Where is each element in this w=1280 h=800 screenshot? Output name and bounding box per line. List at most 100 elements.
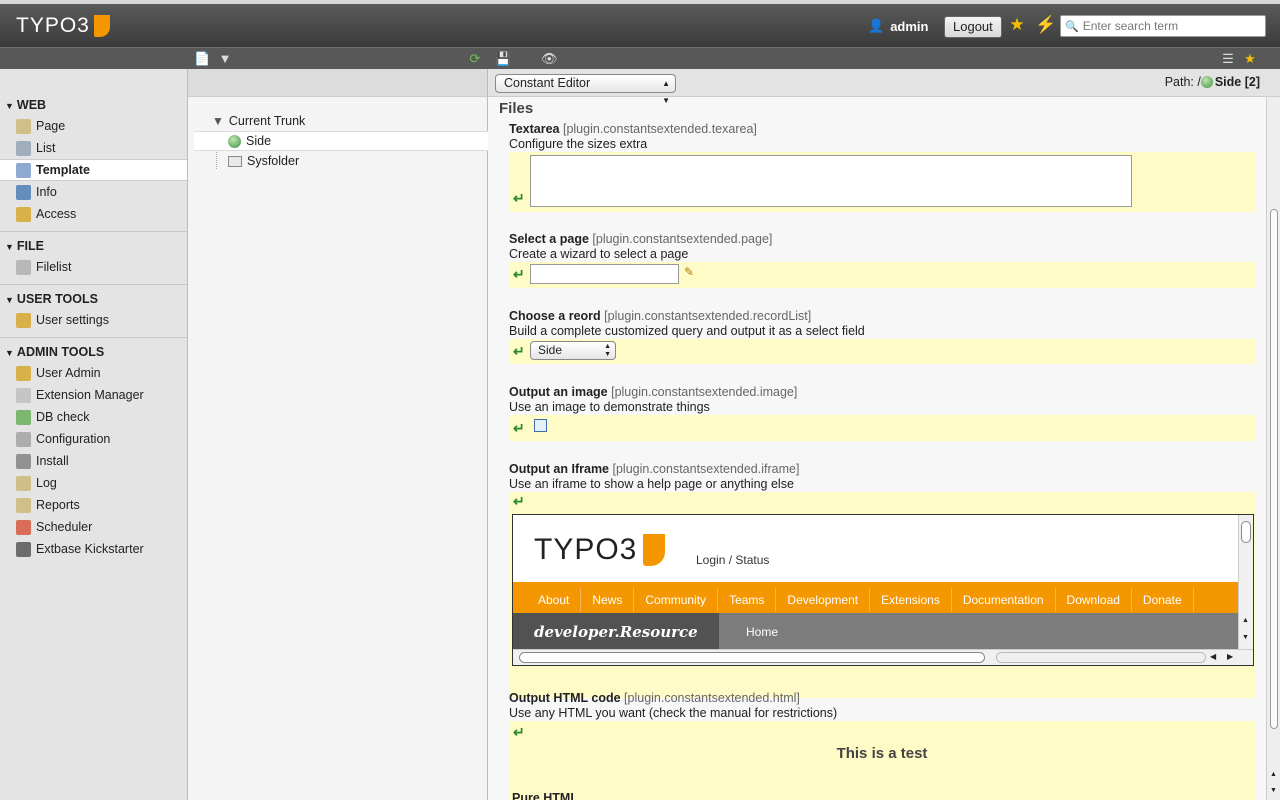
bookmarks-star-icon[interactable]: ★ bbox=[1007, 15, 1027, 35]
configuration-icon bbox=[16, 431, 31, 447]
menu-section-header[interactable]: ▼ ADMIN TOOLS bbox=[0, 342, 187, 362]
menu-item-list[interactable]: List bbox=[0, 137, 187, 159]
new-page-icon[interactable]: 📄 bbox=[194, 51, 210, 67]
menu-section-header[interactable]: ▼ FILE bbox=[0, 236, 187, 256]
help-iframe[interactable]: TYPO3 Login / Status About News Community T… bbox=[512, 514, 1254, 666]
iframe-nav-item[interactable]: Development bbox=[776, 588, 871, 612]
scroll-left-icon[interactable]: ◀ bbox=[1210, 652, 1216, 661]
path-page[interactable]: Side [2] bbox=[1215, 75, 1260, 89]
save-icon[interactable]: 💾 bbox=[495, 51, 511, 67]
iframe-nav-item[interactable]: News bbox=[581, 588, 635, 612]
template-icon bbox=[16, 162, 31, 178]
collapse-triangle-icon: ▼ bbox=[5, 295, 14, 305]
content-vscrollbar[interactable]: ▲ ▼ bbox=[1266, 97, 1280, 800]
iframe-nav-item[interactable]: Teams bbox=[718, 588, 777, 612]
menu-item-page[interactable]: Page bbox=[0, 115, 187, 137]
menu-item-log[interactable]: Log bbox=[0, 472, 187, 494]
constant-key: [plugin.constantsextended.texarea] bbox=[562, 122, 757, 136]
tree-node-label: Side bbox=[246, 134, 272, 148]
iframe-login-status[interactable]: Login / Status bbox=[696, 553, 769, 567]
tree-node-sysfolder[interactable]: Sysfolder bbox=[228, 151, 299, 171]
constant-name: Output HTML code bbox=[509, 691, 621, 705]
reset-undo-icon[interactable]: ↵ bbox=[513, 343, 525, 359]
constant-editor-form: Files Textarea [plugin.constantsextended… bbox=[488, 97, 1280, 800]
reset-undo-icon[interactable]: ↵ bbox=[513, 724, 525, 740]
logout-button[interactable]: Logout bbox=[944, 16, 1002, 38]
iframe-nav-item[interactable]: Donate bbox=[1132, 588, 1194, 612]
menu-item-label: Template bbox=[36, 163, 90, 177]
scroll-up-icon[interactable]: ▲ bbox=[1270, 771, 1277, 778]
menu-item-scheduler[interactable]: Scheduler bbox=[0, 516, 187, 538]
iframe-vscroll-thumb[interactable] bbox=[1241, 521, 1251, 543]
menu-item-access[interactable]: Access bbox=[0, 203, 187, 225]
install-icon bbox=[16, 453, 31, 469]
menu-item-user-admin[interactable]: User Admin bbox=[0, 362, 187, 384]
menu-item-label: Log bbox=[36, 476, 57, 490]
typo3-logo[interactable]: TYPO3 bbox=[16, 14, 110, 38]
doc-header: Constant Editor ▲ ▼ Path: / Side [2] bbox=[488, 69, 1280, 105]
textarea-input[interactable] bbox=[530, 155, 1132, 207]
iframe-nav-item[interactable]: Community bbox=[634, 588, 719, 612]
page-input[interactable] bbox=[530, 264, 679, 284]
iframe-brand: developer.Resource bbox=[513, 613, 719, 649]
shortcut-list-icon[interactable]: ☰ bbox=[1220, 51, 1236, 67]
scroll-down-icon[interactable]: ▼ bbox=[1270, 787, 1277, 794]
folder-icon bbox=[228, 155, 242, 167]
iframe-logo-text: TYPO3 bbox=[534, 533, 638, 566]
iframe-hscroll-thumb[interactable] bbox=[519, 652, 985, 663]
menu-item-reports[interactable]: Reports bbox=[0, 494, 187, 516]
typo3-flag-icon bbox=[643, 534, 666, 566]
add-shortcut-icon[interactable]: ★ bbox=[1242, 51, 1258, 67]
menu-item-label: Page bbox=[36, 119, 66, 133]
constant-field-row: ↵ bbox=[509, 152, 1255, 212]
tree-node-side[interactable]: Side bbox=[228, 131, 271, 151]
menu-item-info[interactable]: Info bbox=[0, 181, 187, 203]
menu-item-label: Configuration bbox=[36, 432, 111, 446]
scroll-up-icon[interactable]: ▲ bbox=[1242, 617, 1249, 624]
reset-undo-icon[interactable]: ↵ bbox=[513, 266, 525, 282]
reset-undo-icon[interactable]: ↵ bbox=[513, 493, 525, 509]
refresh-icon[interactable]: ⟳ bbox=[467, 51, 483, 67]
menu-section-header[interactable]: ▼ WEB bbox=[0, 95, 187, 115]
info-icon bbox=[16, 184, 31, 200]
reset-undo-icon[interactable]: ↵ bbox=[513, 420, 525, 436]
extension-icon bbox=[16, 387, 31, 403]
menu-item-label: Scheduler bbox=[36, 520, 93, 534]
iframe-nav-item[interactable]: Download bbox=[1056, 588, 1132, 612]
function-menu-select[interactable]: Constant Editor ▲ ▼ bbox=[495, 74, 676, 105]
menu-item-filelist[interactable]: Filelist bbox=[0, 256, 187, 278]
menu-item-user-settings[interactable]: User settings bbox=[0, 309, 187, 331]
iframe-nav-item[interactable]: Documentation bbox=[952, 588, 1056, 612]
iframe-vscrollbar[interactable]: ▲ ▼ bbox=[1238, 515, 1253, 650]
menu-item-label: DB check bbox=[36, 410, 90, 424]
clear-cache-bolt-icon[interactable]: ⚡ bbox=[1035, 15, 1056, 35]
menu-item-extbase-kickstarter[interactable]: Extbase Kickstarter bbox=[0, 538, 187, 560]
menu-item-install[interactable]: Install bbox=[0, 450, 187, 472]
reset-undo-icon[interactable]: ↵ bbox=[513, 190, 525, 206]
constant-description: Use any HTML you want (check the manual … bbox=[509, 706, 838, 720]
menu-section-label: WEB bbox=[16, 98, 47, 112]
page-wizard-icon[interactable]: ✎ bbox=[684, 265, 694, 279]
content-vscroll-thumb[interactable] bbox=[1270, 209, 1278, 729]
menu-item-template[interactable]: Template bbox=[0, 159, 187, 181]
view-page-icon[interactable]: 👁 bbox=[541, 51, 558, 67]
tree-root[interactable]: ▼ Current Trunk bbox=[212, 111, 305, 131]
filter-icon[interactable]: ▼ bbox=[217, 51, 233, 67]
iframe-home-link[interactable]: Home bbox=[746, 625, 778, 639]
html-output-text: Pure HTML bbox=[512, 791, 578, 800]
scroll-down-icon[interactable]: ▼ bbox=[1242, 634, 1249, 641]
scroll-right-icon[interactable]: ▶ bbox=[1227, 652, 1233, 661]
list-icon bbox=[16, 140, 31, 156]
user-menu[interactable]: 👤 admin bbox=[868, 18, 928, 34]
menu-item-db-check[interactable]: DB check bbox=[0, 406, 187, 428]
search-field[interactable]: 🔍 Enter search term bbox=[1060, 15, 1266, 37]
iframe-hscrollbar[interactable]: ◀ ▶ bbox=[513, 649, 1253, 665]
menu-item-label: Filelist bbox=[36, 260, 72, 274]
menu-item-configuration[interactable]: Configuration bbox=[0, 428, 187, 450]
menu-item-extension-manager[interactable]: Extension Manager bbox=[0, 384, 187, 406]
record-select[interactable]: Side ▲ ▼ bbox=[530, 341, 616, 360]
constant-title: Select a page [plugin.constantsextended.… bbox=[509, 232, 772, 246]
iframe-nav-item[interactable]: About bbox=[527, 588, 582, 612]
iframe-nav-item[interactable]: Extensions bbox=[870, 588, 952, 612]
menu-section-header[interactable]: ▼ USER TOOLS bbox=[0, 289, 187, 309]
